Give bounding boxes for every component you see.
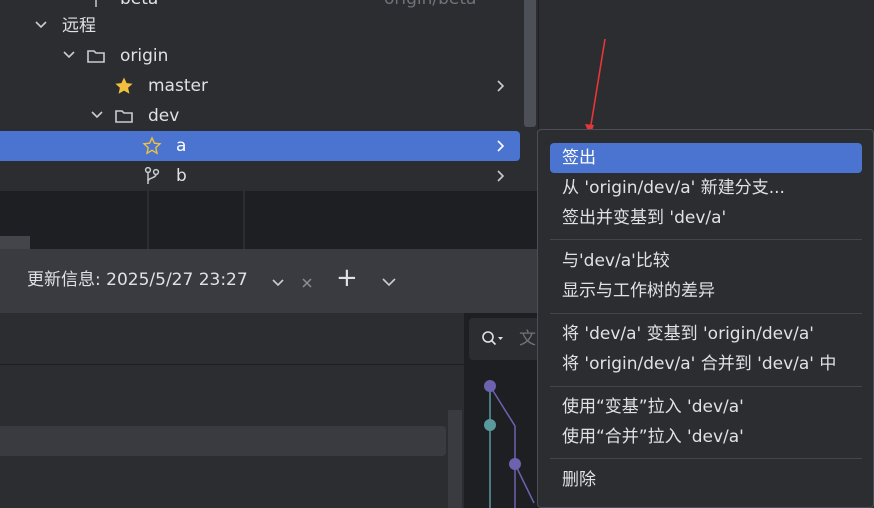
search-placeholder: 文 bbox=[519, 329, 536, 349]
tree-item-label: 远程 bbox=[62, 16, 96, 36]
chevron-right-icon[interactable] bbox=[496, 169, 506, 183]
branch-tree: beta origin/beta 远程 origin master bbox=[0, 0, 538, 191]
menu-item-compare[interactable]: 与'dev/a'比较 bbox=[550, 246, 862, 276]
commit-node bbox=[484, 419, 496, 431]
context-menu: 签出 从 'origin/dev/a' 新建分支... 签出并变基到 'dev/… bbox=[537, 129, 874, 508]
tree-item-remote: origin/beta bbox=[384, 0, 476, 10]
tag-icon bbox=[90, 0, 102, 7]
update-info-text: 更新信息: 2025/5/27 23:27 bbox=[27, 270, 248, 290]
menu-separator bbox=[550, 386, 862, 387]
menu-item-new-branch-from[interactable]: 从 'origin/dev/a' 新建分支... bbox=[550, 173, 862, 203]
menu-separator bbox=[550, 458, 862, 459]
menu-item-checkout[interactable]: 签出 bbox=[550, 143, 862, 173]
chevron-down-icon[interactable] bbox=[34, 18, 48, 32]
menu-item-checkout-and-rebase[interactable]: 签出并变基到 'dev/a' bbox=[550, 203, 862, 233]
search-icon[interactable] bbox=[481, 330, 505, 348]
tree-item-a[interactable]: a bbox=[0, 131, 520, 161]
menu-separator bbox=[550, 239, 862, 240]
tree-item-label: a bbox=[176, 136, 187, 156]
folder-icon bbox=[115, 110, 133, 123]
update-info-bar: 更新信息: 2025/5/27 23:27 + bbox=[0, 249, 538, 313]
chevron-right-icon[interactable] bbox=[496, 139, 506, 153]
table-row[interactable] bbox=[0, 426, 446, 456]
tree-item-dev[interactable]: dev bbox=[0, 101, 520, 131]
menu-item-delete[interactable]: 删除 bbox=[550, 465, 862, 495]
menu-item-diff-worktree[interactable]: 显示与工作树的差异 bbox=[550, 276, 862, 306]
menu-item-pull-rebase[interactable]: 使用“变基”拉入 'dev/a' bbox=[550, 392, 862, 422]
commit-node bbox=[509, 458, 521, 470]
tree-item-remote-group[interactable]: 远程 bbox=[0, 11, 520, 41]
column-header-strip bbox=[0, 191, 538, 249]
tree-item-label: beta bbox=[120, 0, 158, 10]
chevron-down-icon[interactable] bbox=[271, 276, 285, 290]
annotation-arrow bbox=[585, 38, 606, 136]
chevron-down-icon[interactable] bbox=[90, 108, 104, 122]
star-outline-icon bbox=[142, 136, 162, 155]
branch-icon bbox=[144, 166, 160, 184]
divider bbox=[0, 364, 464, 365]
tree-item-origin[interactable]: origin bbox=[0, 41, 520, 71]
menu-item-rebase-onto[interactable]: 将 'dev/a' 变基到 'origin/dev/a' bbox=[550, 319, 862, 349]
filter-search-box[interactable]: 文 bbox=[469, 318, 539, 360]
folder-icon bbox=[87, 50, 105, 63]
tree-item-label: b bbox=[176, 166, 187, 186]
close-icon[interactable] bbox=[300, 276, 314, 290]
chevron-down-icon[interactable] bbox=[62, 48, 76, 62]
star-filled-icon bbox=[115, 77, 133, 94]
chevron-right-icon[interactable] bbox=[496, 79, 506, 93]
tree-item-label: master bbox=[148, 76, 208, 96]
tree-item-b[interactable]: b bbox=[0, 161, 520, 191]
commit-node bbox=[484, 380, 496, 392]
scroll-thumb[interactable] bbox=[0, 236, 30, 249]
chevron-down-icon[interactable] bbox=[381, 275, 397, 289]
tree-item-label: origin bbox=[120, 46, 169, 66]
vertical-scrollbar[interactable] bbox=[448, 410, 462, 508]
menu-item-pull-merge[interactable]: 使用“合并”拉入 'dev/a' bbox=[550, 422, 862, 452]
add-button[interactable]: + bbox=[336, 263, 358, 293]
menu-separator bbox=[550, 313, 862, 314]
tree-item-master[interactable]: master bbox=[0, 71, 520, 101]
tree-item-label: dev bbox=[148, 106, 180, 126]
tree-scrollbar[interactable] bbox=[524, 0, 536, 127]
menu-item-merge-into[interactable]: 将 'origin/dev/a' 合并到 'dev/a' 中 bbox=[550, 349, 862, 379]
